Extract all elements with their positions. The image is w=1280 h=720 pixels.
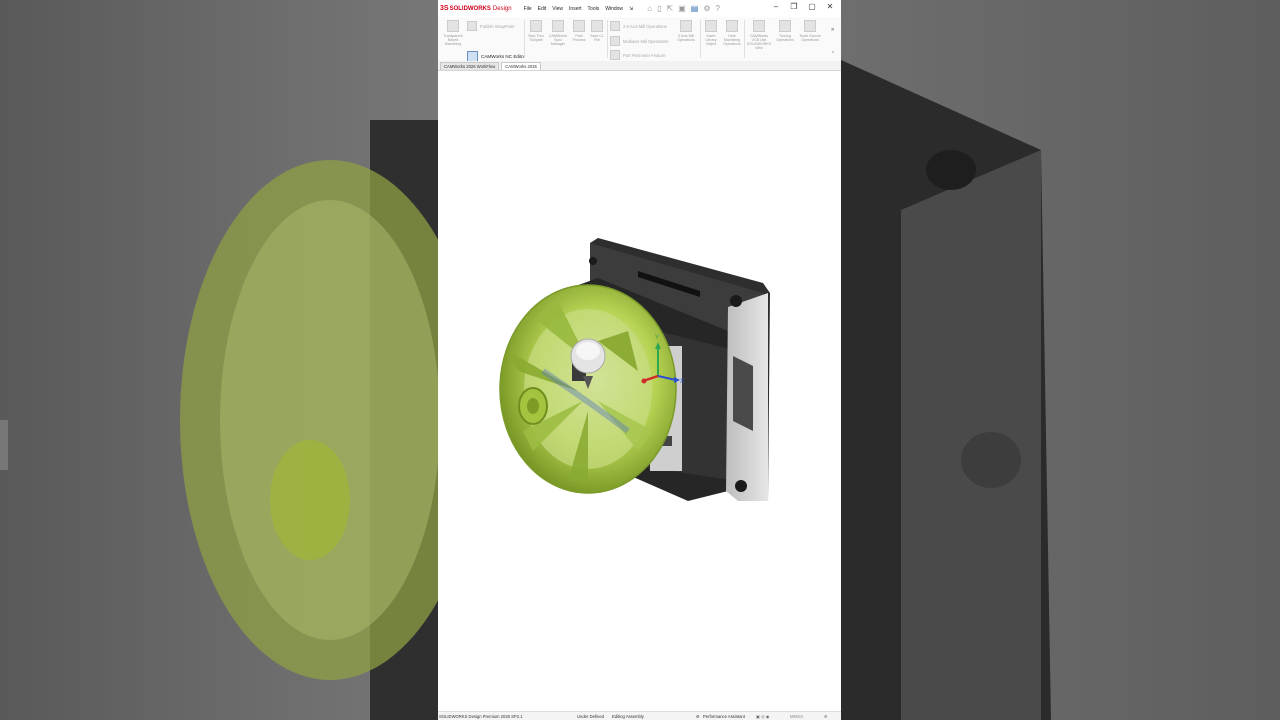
menu-insert[interactable]: Insert xyxy=(569,6,582,12)
post-process-button[interactable]: Post Process xyxy=(571,20,587,42)
home-icon[interactable]: ⌂ xyxy=(647,4,652,13)
help-icon[interactable]: ? xyxy=(715,4,719,13)
post-process-icon xyxy=(573,20,585,32)
publish-wrappoint-button[interactable]: Publish WrapPoint xyxy=(467,21,514,31)
command-manager-ribbon: Transparent Based Machining Publish Wrap… xyxy=(438,17,841,62)
restore-icon[interactable]: ❐ xyxy=(785,2,803,11)
turning-icon xyxy=(779,20,791,32)
options-icon[interactable]: ⚙ xyxy=(703,4,710,13)
ds-logo-icon: 3S xyxy=(440,5,449,12)
ribbon-divider xyxy=(744,20,745,58)
pin-icon[interactable]: ⇲ xyxy=(629,6,633,12)
logo-text: SOLIDWORKS xyxy=(449,5,491,12)
ribbon-divider xyxy=(700,20,701,58)
ribbon-more-icon[interactable]: » xyxy=(831,27,834,33)
status-definition: Under Defined xyxy=(577,714,605,719)
status-mode: Editing Assembly xyxy=(612,714,644,719)
menu-bar: File Edit View Insert Tools Window ⇲ xyxy=(524,6,640,12)
status-product: SOLIDWORKS Design Premium 2026 SP2.1 xyxy=(439,714,523,719)
menu-view[interactable]: View xyxy=(552,6,563,12)
tab-camworks-workflow[interactable]: CAMWorks 2026 WorkFlow xyxy=(440,62,500,70)
minimize-icon[interactable]: – xyxy=(767,2,785,11)
hole-machining-button[interactable]: Hole Machining Operations xyxy=(721,20,743,46)
save-icon[interactable]: ▣ xyxy=(678,4,686,13)
library-icon xyxy=(705,20,717,32)
multiaxis-mill-button[interactable]: Multiaxis Mill Operations xyxy=(610,36,668,46)
performance-assistant-icon[interactable]: ⚙ xyxy=(696,714,700,719)
status-assistant[interactable]: Performance Assistant xyxy=(703,714,745,719)
collapse-ribbon-icon[interactable]: ⌃ xyxy=(831,51,835,57)
triad-x-label: X xyxy=(680,379,684,385)
transparent-machining-button[interactable]: Transparent Based Machining xyxy=(441,20,465,46)
title-bar: 3S SOLIDWORKS Design File Edit View Inse… xyxy=(438,0,841,18)
triad-y-label: Y xyxy=(655,335,659,341)
menu-file[interactable]: File xyxy=(524,6,532,12)
multiaxis-icon xyxy=(610,36,620,46)
print-icon[interactable]: ▤ xyxy=(691,4,699,13)
machining-icon xyxy=(447,20,459,32)
status-bar: SOLIDWORKS Design Premium 2026 SP2.1 Und… xyxy=(438,711,841,720)
close-icon[interactable]: ✕ xyxy=(821,2,839,11)
axis3-icon xyxy=(680,20,692,32)
camworks-view-button[interactable]: CAMWorks VCB Use SOLIDWORKS View xyxy=(746,20,772,50)
perimeter-icon xyxy=(610,50,620,60)
part-perimeter-button[interactable]: Part Perimeter Feature xyxy=(610,50,666,60)
quick-access-toolbar: ⌂ ▯ ⇱ ▣ ▤ ⚙ ? xyxy=(647,4,725,13)
cl-file-icon xyxy=(591,20,603,32)
turning-operations-button[interactable]: Turning Operations xyxy=(774,20,796,42)
graphics-area[interactable]: Y X xyxy=(438,71,841,711)
menu-edit[interactable]: Edit xyxy=(538,6,547,12)
save-cl-file-button[interactable]: Save CL File xyxy=(589,20,605,42)
tooth-groove-button[interactable]: Tooth Groove Operations xyxy=(798,20,822,42)
menu-tools[interactable]: Tools xyxy=(588,6,600,12)
status-units[interactable]: MMGS xyxy=(790,714,803,719)
command-manager-tabs: CAMWorks 2026 WorkFlow CAMWorks 2026 xyxy=(438,61,841,71)
mill-25-icon xyxy=(610,21,620,31)
tab-camworks[interactable]: CAMWorks 2026 xyxy=(501,62,541,70)
groove-icon xyxy=(804,20,816,32)
ribbon-divider xyxy=(607,20,608,58)
background-blur-left xyxy=(0,0,438,720)
background-blur-right xyxy=(841,0,1280,720)
ribbon-divider xyxy=(524,20,525,58)
new-document-icon[interactable]: ▯ xyxy=(657,4,661,13)
axis3-mill-button[interactable]: 3 Axis Mill Operations xyxy=(674,20,698,42)
insert-library-button[interactable]: Insert Library Object xyxy=(702,20,720,46)
window-controls: – ❐ ▢ ✕ xyxy=(767,2,839,11)
maximize-icon[interactable]: ▢ xyxy=(803,2,821,11)
sync-icon xyxy=(552,20,564,32)
status-settings-icon[interactable]: ⚙ xyxy=(824,714,828,719)
open-icon[interactable]: ⇱ xyxy=(666,4,673,13)
model-view: Y X xyxy=(499,238,770,501)
hole-icon xyxy=(726,20,738,32)
solidworks-logo[interactable]: 3S SOLIDWORKS Design xyxy=(440,5,512,12)
logo-suffix: Design xyxy=(492,5,512,12)
toolpath-icon xyxy=(530,20,542,32)
view-icon xyxy=(753,20,765,32)
menu-window[interactable]: Window xyxy=(605,6,623,12)
solidworks-window: 3S SOLIDWORKS Design File Edit View Inse… xyxy=(438,0,841,720)
publish-icon xyxy=(467,21,477,31)
sync-manager-button[interactable]: CAMWorks Sync Manager xyxy=(547,20,569,46)
step-thru-toolpath-button[interactable]: Step Thru Toolpath xyxy=(527,20,545,42)
mill-25-axis-button[interactable]: 2.5 Axis Mill Operations xyxy=(610,21,667,31)
status-icons[interactable]: ▣ ◎ ◉ xyxy=(756,714,770,719)
